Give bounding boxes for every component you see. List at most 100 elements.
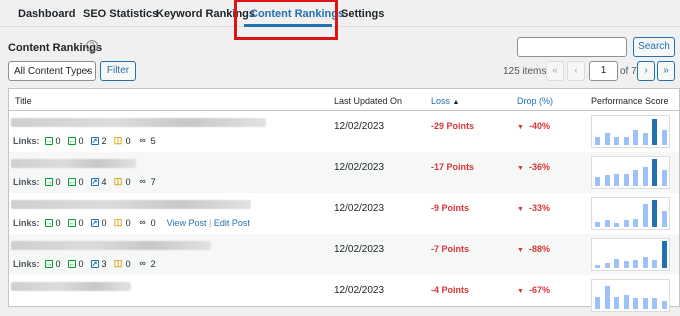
score-bar: [623, 137, 629, 145]
score-bar: [604, 263, 610, 268]
score-bar: [652, 200, 657, 227]
filter-button[interactable]: Filter: [100, 61, 136, 81]
inbound-link-icon: →: [44, 260, 53, 268]
content-type-select[interactable]: All Content Types ⌄: [8, 61, 96, 81]
content-rankings-table: Title Last Updated On Loss ▲ Drop (%) Pe…: [8, 88, 680, 312]
performance-score-chart: [591, 197, 670, 230]
column-loss[interactable]: Loss ▲: [431, 96, 459, 106]
score-bar: [642, 257, 648, 268]
score-bar: [614, 223, 619, 227]
caret-down-icon: ▼: [517, 247, 524, 254]
loss-value: -7 Points: [431, 244, 470, 254]
internal-count: 4: [101, 177, 107, 187]
score-bar: [595, 222, 600, 227]
internal-link-icon: ↗: [90, 260, 99, 268]
score-bar: [633, 170, 638, 186]
view-post-link[interactable]: View Post: [167, 218, 207, 228]
redacted-post-title[interactable]: [11, 282, 131, 291]
sort-ascending-icon: ▲: [452, 99, 460, 106]
performance-score-chart: [591, 115, 670, 148]
external-count: 2: [150, 259, 156, 269]
score-bar: [652, 159, 657, 186]
column-title: Title: [15, 96, 32, 106]
last-updated-date: 12/02/2023: [334, 203, 385, 214]
score-bar: [595, 297, 600, 309]
tab-seo-statistics[interactable]: SEO Statistics: [83, 8, 158, 20]
score-bar: [623, 261, 629, 268]
column-last-updated[interactable]: Last Updated On: [334, 96, 402, 106]
score-bar: [604, 133, 610, 145]
next-page-button[interactable]: ›: [637, 61, 655, 81]
score-bar: [614, 174, 619, 186]
outbound-link-icon: ←: [67, 178, 76, 186]
score-bar: [661, 170, 667, 186]
chevron-down-icon: ⌄: [84, 65, 91, 74]
score-bar: [661, 130, 667, 145]
score-bar: [652, 119, 657, 145]
outbound-link-icon: ←: [67, 137, 76, 145]
score-bar: [623, 174, 629, 186]
search-button[interactable]: Search: [633, 37, 675, 57]
search-input[interactable]: [517, 37, 627, 57]
redacted-post-title[interactable]: [11, 118, 266, 127]
score-bar: [633, 260, 638, 268]
drop-value: ▼ -40%: [517, 121, 550, 131]
score-bar: [642, 298, 648, 309]
outbound-count: 0: [78, 259, 84, 269]
inbound-count: 0: [55, 177, 61, 187]
score-bar: [642, 133, 648, 145]
affiliate-count: 0: [125, 136, 131, 146]
external-count: 7: [150, 177, 156, 187]
score-bar: [661, 301, 667, 309]
tab-settings[interactable]: Settings: [341, 8, 384, 20]
question-circle-icon[interactable]: ?: [86, 40, 98, 52]
score-bar: [633, 219, 638, 227]
redacted-post-title[interactable]: [11, 200, 251, 209]
affiliate-link-icon: ◫: [113, 258, 123, 268]
loss-value: -4 Points: [431, 285, 470, 295]
affiliate-count: 0: [125, 177, 131, 187]
links-summary: Links: → 0 ← 0 ↗ 3 ◫ 0 ∞ 2: [13, 258, 163, 270]
links-label: Links:: [13, 177, 40, 187]
score-bar: [614, 259, 619, 268]
redacted-post-title[interactable]: [11, 159, 136, 168]
redacted-post-title[interactable]: [11, 241, 211, 250]
score-bar: [595, 265, 600, 268]
column-performance-score: Performance Score: [591, 96, 669, 106]
outbound-count: 0: [78, 177, 84, 187]
score-bar: [595, 137, 600, 145]
prev-page-button[interactable]: ‹: [567, 61, 585, 81]
affiliate-link-icon: ◫: [113, 217, 123, 227]
highlight-box: [234, 0, 338, 40]
external-link-icon: ∞: [139, 217, 146, 227]
current-page-input[interactable]: 1: [589, 61, 618, 81]
outbound-count: 0: [78, 136, 84, 146]
links-label: Links:: [13, 259, 40, 269]
drop-value: ▼ -33%: [517, 203, 550, 213]
edit-post-link[interactable]: Edit Post: [214, 218, 250, 228]
last-updated-date: 12/02/2023: [334, 285, 385, 296]
last-page-button[interactable]: »: [657, 61, 675, 81]
performance-score-chart: [591, 156, 670, 189]
internal-link-icon: ↗: [90, 137, 99, 145]
drop-value: ▼ -67%: [517, 285, 550, 295]
internal-count: 2: [101, 136, 107, 146]
page-total: of 7: [620, 66, 637, 77]
score-bar: [661, 241, 667, 268]
internal-link-icon: ↗: [90, 178, 99, 186]
outbound-link-icon: ←: [67, 219, 76, 227]
links-summary: Links: → 0 ← 0 ↗ 2 ◫ 0 ∞ 5: [13, 135, 163, 147]
external-count: 0: [150, 218, 156, 228]
score-bar: [661, 211, 667, 227]
column-drop[interactable]: Drop (%): [517, 96, 553, 106]
table-row: Links: → 0 ← 0 ↗ 0 ◫ 0 ∞ 0 View Post | Edit P…: [9, 193, 679, 234]
score-bar: [604, 175, 610, 186]
external-link-icon: ∞: [139, 135, 146, 145]
score-bar: [642, 204, 648, 227]
affiliate-link-icon: ◫: [113, 135, 123, 145]
tab-dashboard[interactable]: Dashboard: [18, 8, 75, 20]
first-page-button[interactable]: «: [546, 61, 564, 81]
score-bar: [633, 298, 638, 309]
loss-value: -17 Points: [431, 162, 475, 172]
performance-score-chart: [591, 238, 670, 271]
